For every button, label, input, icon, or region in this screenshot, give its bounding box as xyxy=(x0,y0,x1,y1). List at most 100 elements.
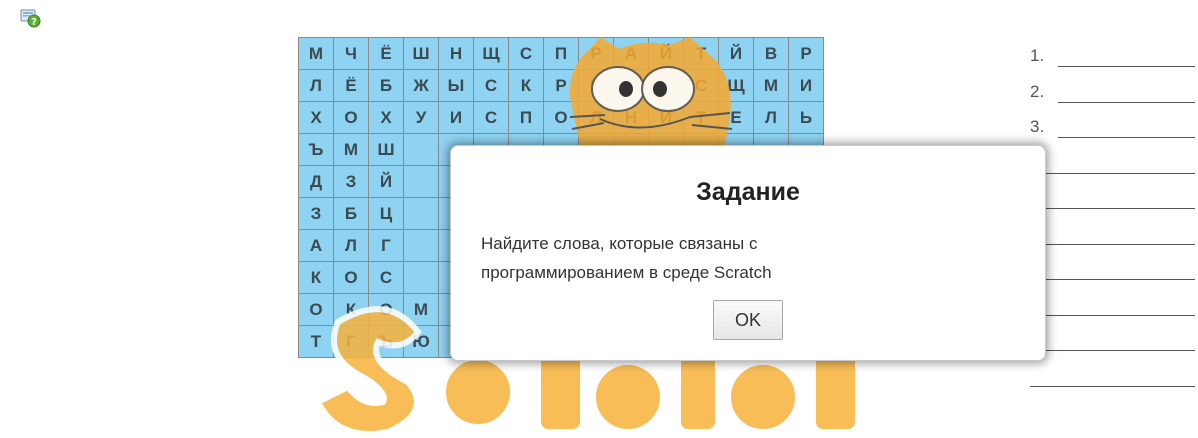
grid-cell[interactable]: К xyxy=(333,293,369,326)
grid-cell[interactable]: Т xyxy=(648,69,684,102)
grid-cell[interactable]: Х xyxy=(298,101,334,134)
grid-cell[interactable]: К xyxy=(298,261,334,294)
grid-cell[interactable]: П xyxy=(613,69,649,102)
grid-cell[interactable] xyxy=(403,133,439,166)
grid-cell[interactable]: Ы xyxy=(438,69,474,102)
answer-line: 2. xyxy=(1030,80,1195,116)
grid-cell[interactable]: Н xyxy=(438,37,474,70)
grid-cell[interactable]: Ц xyxy=(368,197,404,230)
grid-cell[interactable]: З xyxy=(298,197,334,230)
grid-cell[interactable]: Х xyxy=(368,101,404,134)
grid-cell[interactable]: О xyxy=(298,293,334,326)
grid-cell[interactable]: С xyxy=(473,69,509,102)
grid-cell[interactable] xyxy=(403,197,439,230)
grid-cell[interactable]: Ж xyxy=(403,69,439,102)
grid-cell[interactable]: О xyxy=(543,101,579,134)
grid-cell[interactable]: Ё xyxy=(333,69,369,102)
grid-cell[interactable]: М xyxy=(753,69,789,102)
grid-cell[interactable]: Ш xyxy=(368,133,404,166)
grid-cell[interactable]: И xyxy=(438,101,474,134)
grid-cell[interactable]: И xyxy=(648,101,684,134)
answer-blank[interactable] xyxy=(1030,279,1195,280)
answer-blank[interactable] xyxy=(1030,350,1195,351)
grid-cell[interactable]: П xyxy=(508,101,544,134)
answer-line xyxy=(1030,293,1195,329)
grid-cell[interactable]: М xyxy=(403,293,439,326)
grid-cell[interactable]: Г xyxy=(368,229,404,262)
grid-cell[interactable]: Ё xyxy=(368,37,404,70)
answer-line xyxy=(1030,222,1195,258)
grid-cell[interactable]: С xyxy=(368,261,404,294)
grid-cell[interactable]: Т xyxy=(683,101,719,134)
answer-blank[interactable] xyxy=(1030,208,1195,209)
grid-cell[interactable]: С xyxy=(508,37,544,70)
grid-cell[interactable]: П xyxy=(543,37,579,70)
grid-cell[interactable]: Л xyxy=(753,101,789,134)
grid-row: МЧЁШНЩСПРАЙТЙВР xyxy=(298,37,824,70)
grid-row: ЛЁБЖЫСКРИПТСЩМИ xyxy=(298,69,824,102)
dialog-title: Задание xyxy=(696,178,800,206)
grid-cell[interactable]: И xyxy=(788,69,824,102)
grid-cell[interactable]: С xyxy=(473,101,509,134)
grid-cell[interactable]: Р xyxy=(788,37,824,70)
answer-line: 3. xyxy=(1030,115,1195,151)
answer-blank[interactable] xyxy=(1030,314,1195,316)
dialog-message: Найдите слова, которые связаны с програм… xyxy=(481,229,901,287)
grid-cell[interactable]: К xyxy=(508,69,544,102)
answer-list: 1. 2. 3. xyxy=(1030,44,1195,399)
dialog-message-line-2: программированием в среде Scratch xyxy=(481,263,772,282)
grid-cell[interactable]: Й xyxy=(368,165,404,198)
grid-cell[interactable]: Г xyxy=(333,325,369,358)
grid-cell[interactable]: Р xyxy=(578,37,614,70)
grid-cell[interactable]: Л xyxy=(298,69,334,102)
grid-cell[interactable] xyxy=(403,261,439,294)
grid-cell[interactable] xyxy=(403,165,439,198)
grid-cell[interactable]: Т xyxy=(298,325,334,358)
grid-cell[interactable]: Щ xyxy=(473,37,509,70)
grid-cell[interactable]: Ю xyxy=(403,325,439,358)
answer-blank[interactable] xyxy=(1030,243,1195,245)
grid-cell[interactable]: Т xyxy=(683,37,719,70)
grid-cell[interactable]: А xyxy=(613,37,649,70)
grid-cell[interactable]: Щ xyxy=(718,69,754,102)
grid-cell[interactable]: Ш xyxy=(403,37,439,70)
grid-cell[interactable]: Л xyxy=(578,101,614,134)
grid-cell[interactable]: Д xyxy=(298,165,334,198)
grid-cell[interactable]: Л xyxy=(333,229,369,262)
grid-cell[interactable]: Б xyxy=(368,69,404,102)
help-icon[interactable]: ? xyxy=(20,8,42,28)
grid-cell[interactable]: Ч xyxy=(333,37,369,70)
grid-cell[interactable]: О xyxy=(368,293,404,326)
ok-button[interactable]: OK xyxy=(713,300,783,340)
grid-cell[interactable]: Е xyxy=(718,101,754,134)
grid-cell[interactable]: Й xyxy=(648,37,684,70)
grid-cell[interactable]: Ъ xyxy=(298,133,334,166)
answer-blank[interactable] xyxy=(1058,137,1195,138)
grid-cell[interactable]: М xyxy=(298,37,334,70)
dialog-message-line-1: Найдите слова, которые связаны с xyxy=(481,234,758,253)
answer-blank[interactable] xyxy=(1058,66,1195,67)
answer-line: 1. xyxy=(1030,44,1195,80)
grid-cell[interactable]: М xyxy=(333,133,369,166)
grid-cell[interactable]: Ь xyxy=(788,101,824,134)
grid-cell[interactable]: Й xyxy=(718,37,754,70)
grid-cell[interactable]: И xyxy=(578,69,614,102)
grid-cell[interactable]: А xyxy=(298,229,334,262)
grid-cell[interactable]: Р xyxy=(543,69,579,102)
answer-blank[interactable] xyxy=(1030,385,1195,387)
grid-cell[interactable]: Ъ xyxy=(368,325,404,358)
grid-cell[interactable] xyxy=(403,229,439,262)
grid-cell[interactable]: Н xyxy=(613,101,649,134)
svg-text:?: ? xyxy=(31,17,37,28)
grid-cell[interactable]: О xyxy=(333,101,369,134)
grid-row: ХОХУИСПОЛНИТЕЛЬ xyxy=(298,101,824,134)
grid-cell[interactable]: Б xyxy=(333,197,369,230)
grid-cell[interactable]: В xyxy=(753,37,789,70)
grid-cell[interactable]: С xyxy=(683,69,719,102)
grid-cell[interactable]: З xyxy=(333,165,369,198)
answer-blank[interactable] xyxy=(1030,172,1195,174)
grid-cell[interactable]: О xyxy=(333,261,369,294)
answer-number: 1. xyxy=(1030,46,1045,65)
grid-cell[interactable]: У xyxy=(403,101,439,134)
answer-blank[interactable] xyxy=(1058,101,1195,103)
